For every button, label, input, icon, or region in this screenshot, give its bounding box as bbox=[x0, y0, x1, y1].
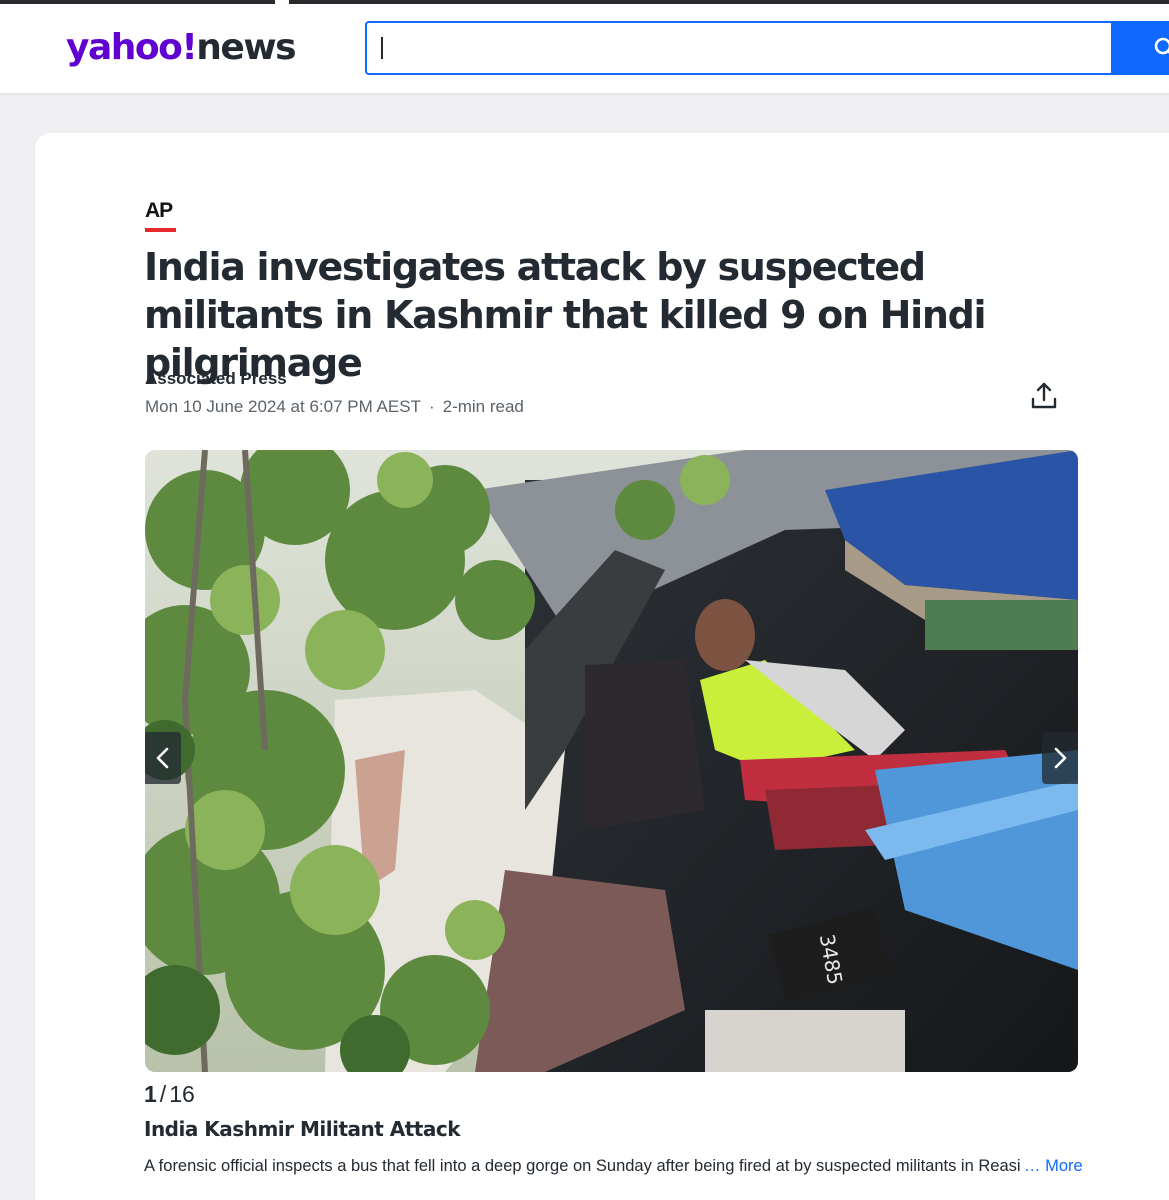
logo-news-text: news bbox=[196, 27, 296, 68]
slide-counter-separator: / bbox=[159, 1081, 167, 1107]
slide-caption: A forensic official inspects a bus that … bbox=[144, 1157, 1021, 1175]
top-header: yahoo!news bbox=[0, 4, 1169, 94]
slideshow-prev-button[interactable] bbox=[145, 732, 181, 784]
bus-wreck-photo: 3485 bbox=[145, 450, 1078, 1072]
slide-total: 16 bbox=[169, 1081, 195, 1107]
slideshow-image[interactable]: 3485 bbox=[145, 450, 1078, 1072]
slide-counter: 1/16 bbox=[144, 1081, 195, 1108]
caption-more-link[interactable]: … More bbox=[1024, 1157, 1083, 1176]
article-read-time: 2-min read bbox=[442, 397, 524, 416]
meta-separator: · bbox=[428, 397, 435, 416]
chevron-right-icon bbox=[1054, 747, 1067, 769]
provider-logo[interactable]: AP bbox=[145, 199, 173, 223]
text-caret bbox=[381, 37, 383, 59]
chevron-left-icon bbox=[156, 747, 169, 769]
share-button[interactable] bbox=[1028, 380, 1060, 412]
slide-caption-title: India Kashmir Militant Attack bbox=[144, 1117, 461, 1141]
slideshow-next-button[interactable] bbox=[1042, 732, 1078, 784]
article-title: India investigates attack by suspected m… bbox=[144, 245, 987, 385]
logo-yahoo-text: yahoo! bbox=[66, 27, 198, 68]
article-meta: Mon 10 June 2024 at 6:07 PM AEST · 2-min r… bbox=[145, 397, 524, 417]
article-date: Mon 10 June 2024 at 6:07 PM AEST bbox=[145, 397, 421, 416]
search-button[interactable] bbox=[1113, 21, 1169, 75]
search-icon bbox=[1154, 37, 1169, 55]
search-input[interactable] bbox=[365, 21, 1113, 75]
article-author[interactable]: Associated Press bbox=[145, 369, 287, 389]
yahoo-news-logo[interactable]: yahoo!news bbox=[66, 26, 297, 70]
slide-current: 1 bbox=[144, 1081, 157, 1107]
share-icon bbox=[1031, 382, 1057, 409]
provider-logo-underline bbox=[145, 228, 176, 232]
